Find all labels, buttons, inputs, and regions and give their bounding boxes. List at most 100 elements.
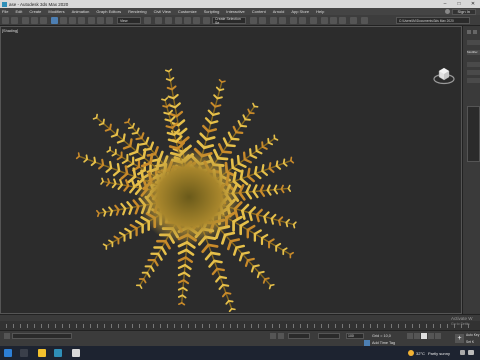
render-setup-icon[interactable]	[321, 17, 328, 24]
go-to-start-icon[interactable]	[407, 333, 413, 339]
menu-app-store[interactable]: App Store	[291, 9, 309, 14]
add-time-tag-button[interactable]: Add Time Tag	[372, 341, 395, 345]
selection-region-icon[interactable]	[69, 17, 76, 24]
previous-frame-icon[interactable]	[414, 333, 420, 339]
track-bar-tick	[300, 324, 301, 328]
bind-space-warp-icon[interactable]	[40, 17, 47, 24]
viewcube-icon[interactable]	[433, 65, 455, 85]
track-bar-tick	[76, 324, 77, 328]
link-icon[interactable]	[22, 17, 29, 24]
modifier-stack-list[interactable]	[467, 106, 480, 162]
angle-snap-icon[interactable]	[184, 17, 191, 24]
isolate-selection-icon[interactable]	[270, 333, 276, 339]
set-key-button[interactable]: Set K	[466, 340, 474, 344]
snaps-toggle-icon[interactable]	[175, 17, 182, 24]
move-icon[interactable]	[88, 17, 95, 24]
render-in-cloud-icon[interactable]	[350, 17, 357, 24]
modifier-list-dropdown[interactable]: Modifier	[467, 50, 480, 55]
edit-named-selection-icon[interactable]	[203, 17, 210, 24]
rendered-frame-window-icon[interactable]	[330, 17, 337, 24]
unlink-icon[interactable]	[31, 17, 38, 24]
schematic-view-icon[interactable]	[299, 17, 306, 24]
scale-icon[interactable]	[106, 17, 113, 24]
3ds-max-taskbar-icon[interactable]	[54, 349, 62, 357]
menu-customize[interactable]: Customize	[178, 9, 197, 14]
material-editor-icon[interactable]	[310, 17, 317, 24]
next-frame-icon[interactable]	[428, 333, 434, 339]
menu-arnold[interactable]: Arnold	[273, 9, 285, 14]
curve-editor-icon[interactable]	[290, 17, 297, 24]
select-manipulate-icon[interactable]	[155, 17, 162, 24]
select-by-name-icon[interactable]	[60, 17, 67, 24]
menu-rendering[interactable]: Rendering	[128, 9, 146, 14]
track-bar-tick	[440, 324, 441, 328]
create-tab-icon[interactable]	[467, 30, 471, 34]
track-bar-tick	[160, 324, 161, 328]
sign-in-button[interactable]: Sign In	[451, 8, 476, 15]
menu-content[interactable]: Content	[252, 9, 266, 14]
tray-chevron-icon[interactable]	[460, 350, 465, 355]
mirror-icon[interactable]	[250, 17, 257, 24]
search-icon[interactable]	[20, 349, 28, 357]
minimize-icon[interactable]: –	[438, 0, 452, 8]
modifier-stack-item[interactable]	[467, 78, 480, 83]
file-explorer-icon[interactable]	[38, 349, 46, 357]
set-key-plus-icon[interactable]: +	[455, 334, 464, 343]
undo-icon[interactable]	[2, 17, 9, 24]
selection-lock-icon[interactable]	[278, 333, 284, 339]
pivot-center-icon[interactable]	[144, 17, 151, 24]
reference-coordinate-dropdown[interactable]: View	[117, 17, 141, 24]
z-coordinate-field[interactable]: 100	[346, 333, 364, 339]
track-bar-tick	[237, 324, 238, 328]
app-taskbar-icon[interactable]	[72, 349, 80, 357]
menu-create[interactable]: Create	[29, 9, 41, 14]
notification-icon[interactable]	[468, 350, 474, 355]
menu-help[interactable]: Help	[316, 9, 324, 14]
close-icon[interactable]: ✕	[466, 0, 480, 8]
select-object-icon[interactable]	[51, 17, 58, 24]
maxscript-listener-icon[interactable]	[4, 333, 10, 339]
maximize-icon[interactable]: □	[452, 0, 466, 8]
go-to-end-icon[interactable]	[435, 333, 441, 339]
temperature-label: 32°C	[416, 350, 425, 356]
scene-explorer-icon[interactable]	[270, 17, 277, 24]
viewport-shading-label[interactable]: [Shading]	[2, 29, 18, 33]
render-production-icon[interactable]	[339, 17, 346, 24]
project-folder-icon[interactable]	[361, 17, 368, 24]
track-bar-tick	[279, 324, 280, 328]
menu-scripting[interactable]: Scripting	[204, 9, 220, 14]
window-crossing-icon[interactable]	[78, 17, 85, 24]
redo-icon[interactable]	[11, 17, 18, 24]
track-bar-tick	[370, 324, 371, 328]
menu-animation[interactable]: Animation	[72, 9, 90, 14]
align-icon[interactable]	[259, 17, 266, 24]
keyboard-shortcut-icon[interactable]	[165, 17, 172, 24]
percent-snap-icon[interactable]	[193, 17, 200, 24]
named-selection-set-dropdown[interactable]: Create Selection Se	[212, 17, 246, 25]
menu-modifiers[interactable]: Modifiers	[48, 9, 64, 14]
x-coordinate-field[interactable]	[288, 333, 310, 339]
time-slider[interactable]	[0, 314, 480, 321]
modifier-stack-item[interactable]	[467, 70, 480, 75]
menu-file[interactable]: File	[2, 9, 8, 14]
layer-explorer-icon[interactable]	[279, 17, 286, 24]
fern-plant-model[interactable]	[41, 47, 341, 312]
menu-civil-view[interactable]: Civil View	[154, 9, 171, 14]
menu-interactive[interactable]: Interactive	[226, 9, 244, 14]
track-bar[interactable]	[0, 321, 480, 330]
weather-widget[interactable]: 32°C Partly sunny	[408, 346, 450, 360]
perspective-viewport[interactable]: [Shading]	[0, 26, 462, 314]
modifier-stack-item[interactable]	[467, 62, 480, 67]
start-icon[interactable]	[4, 349, 12, 357]
y-coordinate-field[interactable]	[318, 333, 340, 339]
project-path-field[interactable]: C:\Users\IM\Documents\3ds Max 2020	[396, 17, 470, 24]
maxscript-mini-listener[interactable]	[12, 333, 72, 339]
track-bar-tick	[188, 324, 189, 328]
menu-edit[interactable]: Edit	[15, 9, 22, 14]
auto-key-button[interactable]: Auto Key	[466, 333, 479, 337]
play-icon[interactable]	[421, 333, 427, 339]
object-name-field[interactable]	[467, 40, 480, 45]
modify-tab-icon[interactable]	[473, 30, 477, 34]
rotate-icon[interactable]	[97, 17, 104, 24]
menu-graph-editors[interactable]: Graph Editors	[96, 9, 121, 14]
